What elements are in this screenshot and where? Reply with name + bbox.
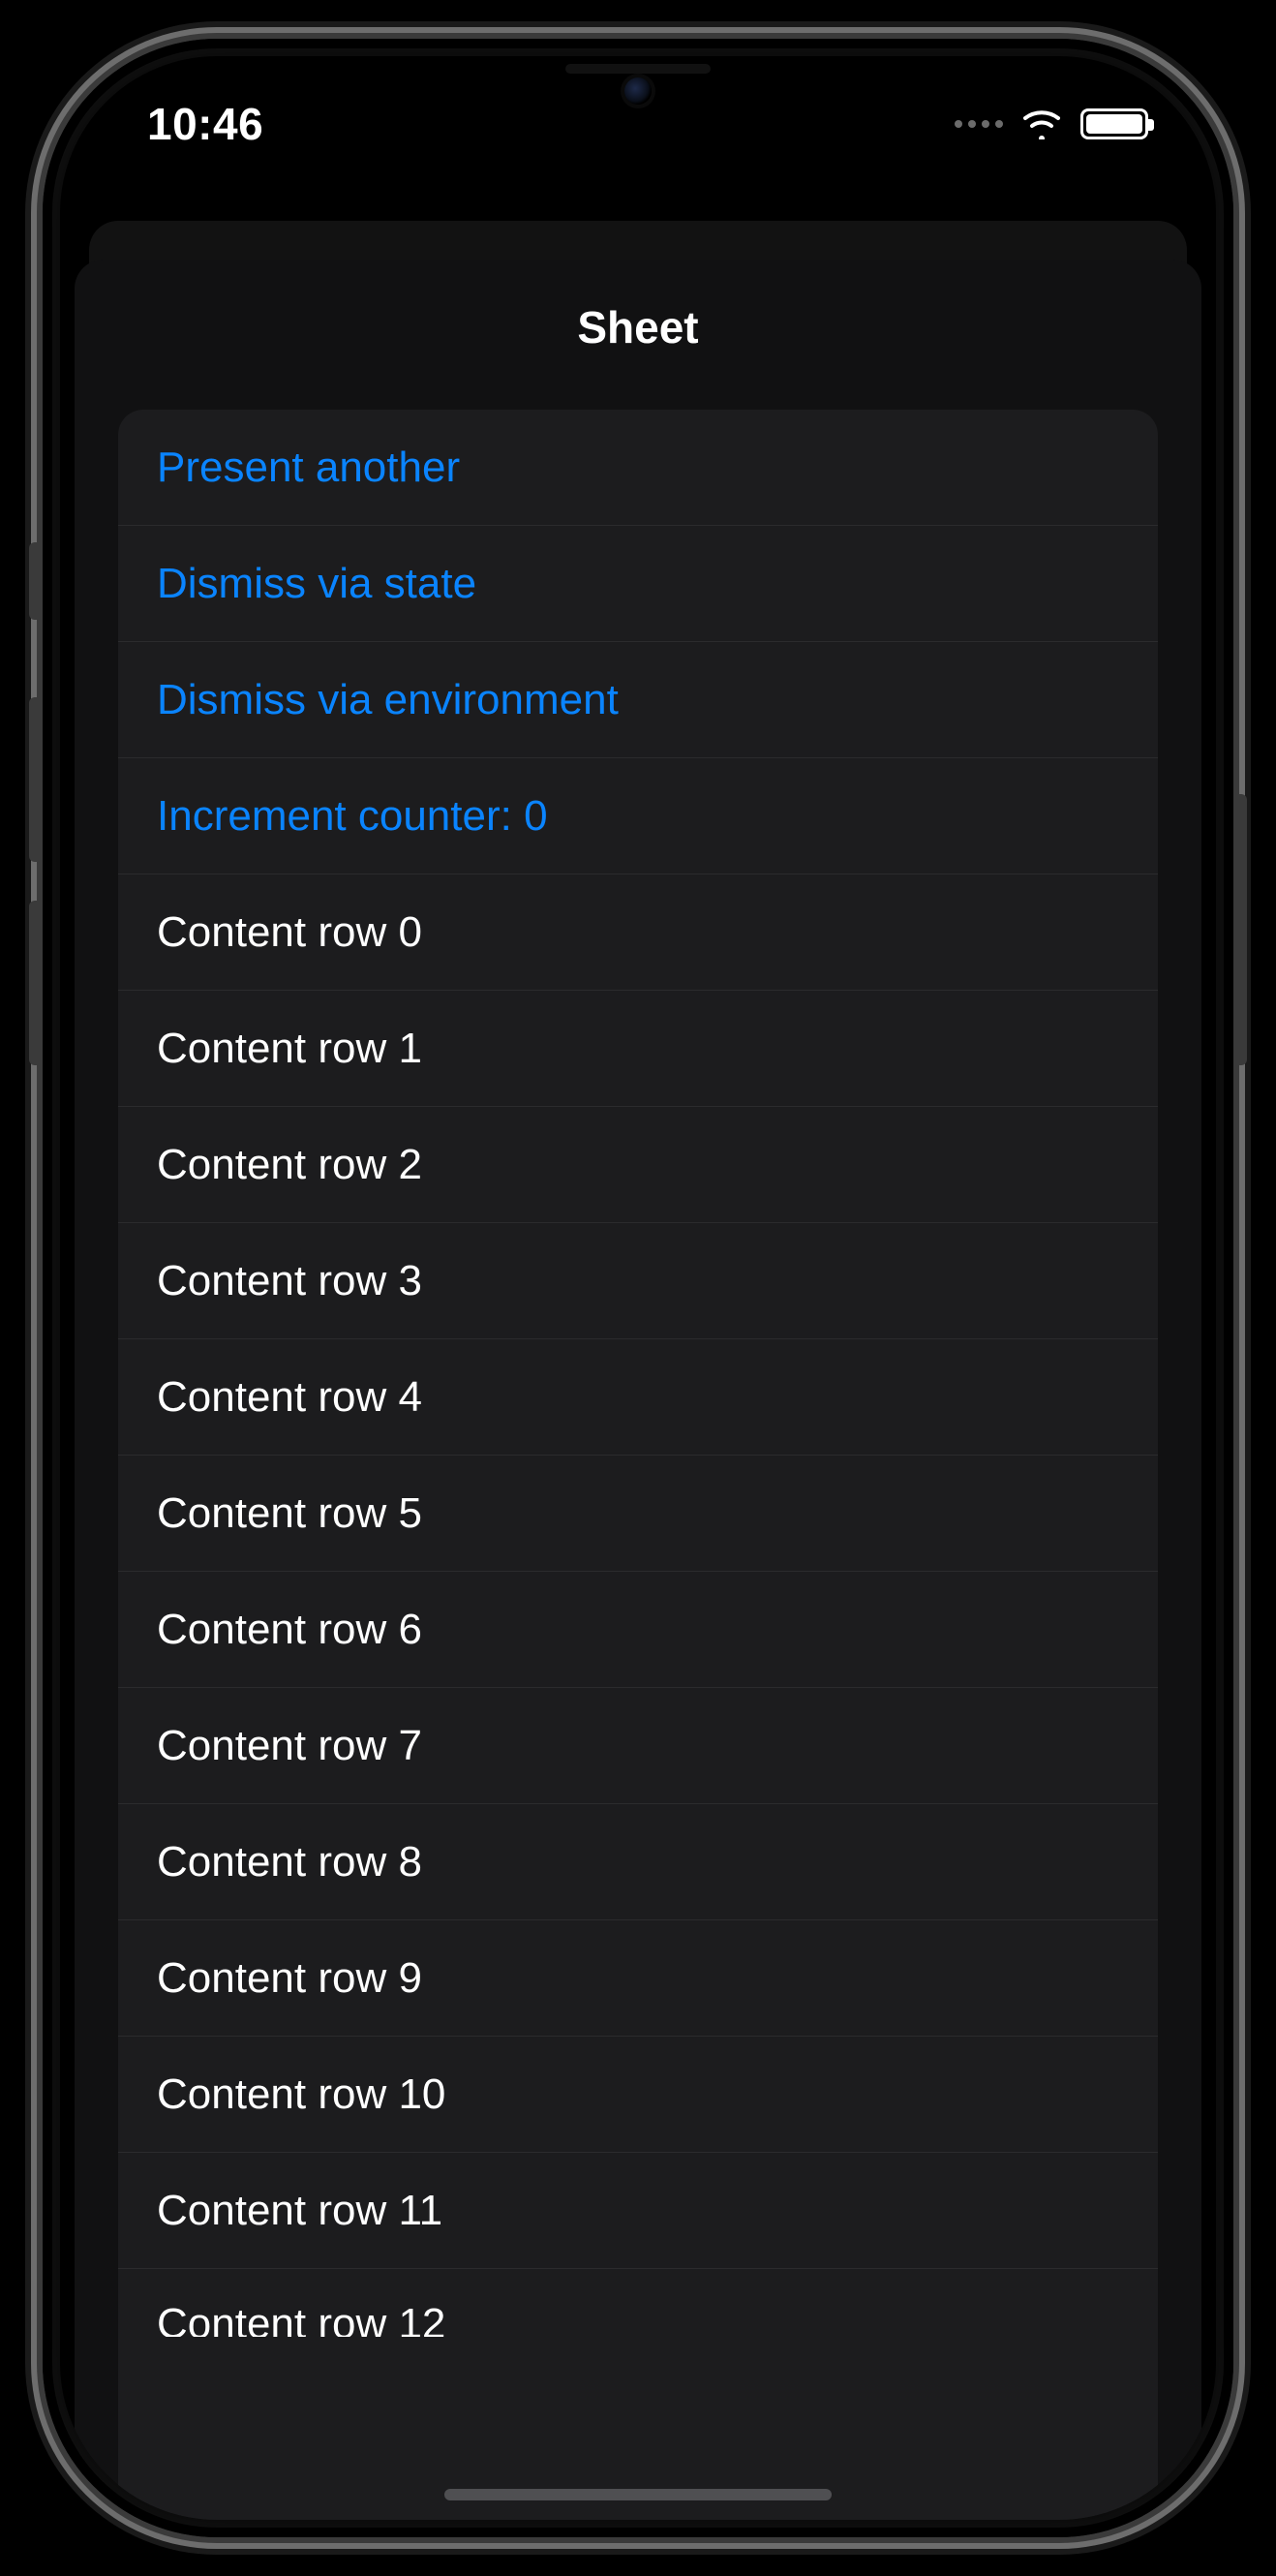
list-item: Content row 3 — [118, 1223, 1158, 1339]
sheet-header: Sheet — [75, 260, 1201, 395]
list-item: Content row 8 — [118, 1804, 1158, 1920]
list-item: Content row 12 — [118, 2269, 1158, 2337]
wifi-icon — [1020, 108, 1063, 139]
present-another-button[interactable]: Present another — [118, 410, 1158, 526]
status-time: 10:46 — [147, 98, 263, 150]
device-mockup: 10:46 Sheet — [0, 0, 1276, 2576]
volume-up-button — [29, 697, 43, 862]
silence-switch — [29, 542, 43, 620]
list-item: Content row 9 — [118, 1920, 1158, 2037]
power-button — [1233, 794, 1247, 1065]
list-item: Content row 4 — [118, 1339, 1158, 1456]
sheet-title: Sheet — [577, 301, 698, 353]
list-item: Content row 6 — [118, 1572, 1158, 1688]
battery-icon — [1080, 108, 1148, 139]
screen: 10:46 Sheet — [60, 56, 1216, 2520]
modal-sheet[interactable]: Sheet Present another Dismiss via state … — [75, 260, 1201, 2520]
list-item: Content row 11 — [118, 2153, 1158, 2269]
speaker-grille — [565, 64, 711, 74]
status-indicators — [955, 108, 1148, 139]
list-item: Content row 10 — [118, 2037, 1158, 2153]
list-item: Content row 0 — [118, 874, 1158, 991]
home-indicator[interactable] — [444, 2489, 832, 2500]
front-camera-icon — [624, 77, 652, 105]
increment-counter-button[interactable]: Increment counter: 0 — [118, 758, 1158, 874]
phone-frame: 10:46 Sheet — [43, 39, 1233, 2537]
list-item: Content row 7 — [118, 1688, 1158, 1804]
dismiss-via-environment-button[interactable]: Dismiss via environment — [118, 642, 1158, 758]
notch — [430, 56, 846, 124]
list[interactable]: Present another Dismiss via state Dismis… — [118, 410, 1158, 2520]
cellular-icon — [955, 120, 1003, 128]
dismiss-via-state-button[interactable]: Dismiss via state — [118, 526, 1158, 642]
volume-down-button — [29, 901, 43, 1065]
list-item: Content row 5 — [118, 1456, 1158, 1572]
list-item: Content row 1 — [118, 991, 1158, 1107]
list-item: Content row 2 — [118, 1107, 1158, 1223]
